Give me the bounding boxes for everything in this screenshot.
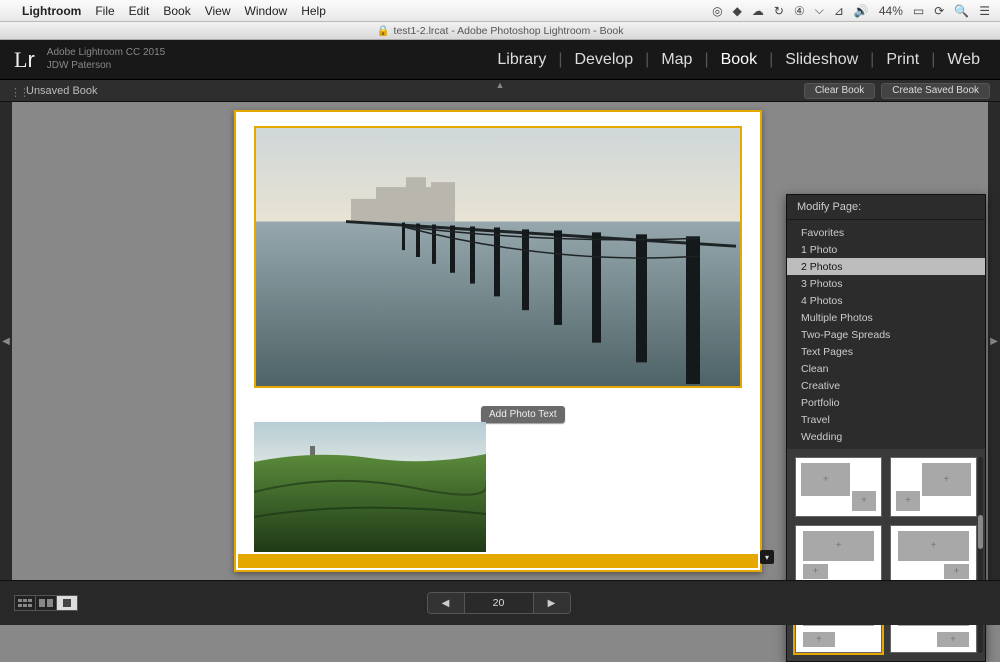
window-titlebar: 🔒 test1-2.lrcat - Adobe Photoshop Lightr… (0, 22, 1000, 40)
app-header: Lr Adobe Lightroom CC 2015 JDW Paterson … (0, 40, 1000, 80)
lock-icon: 🔒 (376, 24, 389, 37)
layout-cat-4photos[interactable]: 4 Photos (787, 292, 985, 309)
page-navigator: ◀ 20 ▶ (427, 592, 571, 614)
lightroom-logo: Lr (14, 47, 35, 73)
menubar-app[interactable]: Lightroom (22, 4, 81, 18)
page-footer-marker (238, 554, 758, 568)
menu-file[interactable]: File (95, 4, 114, 18)
workspace: Add Photo Text (12, 102, 988, 580)
module-develop[interactable]: Develop (568, 51, 639, 69)
window-title: test1-2.lrcat - Adobe Photoshop Lightroo… (394, 25, 624, 37)
layout-cat-3photos[interactable]: 3 Photos (787, 275, 985, 292)
module-map[interactable]: Map (655, 51, 698, 69)
page-selection: Add Photo Text (234, 110, 762, 572)
book-toolbar: ◀ 20 ▶ (0, 580, 1000, 625)
layout-cat-1photo[interactable]: 1 Photo (787, 241, 985, 258)
modify-page-title: Modify Page: (787, 195, 985, 220)
layout-template[interactable]: + + (890, 525, 977, 585)
wifi-icon[interactable]: ⊿ (834, 4, 844, 18)
layout-cat-clean[interactable]: Clean (787, 360, 985, 377)
book-page[interactable]: Add Photo Text (234, 110, 762, 572)
bluetooth-icon[interactable]: ⌵ (815, 3, 824, 18)
layout-cat-2photos[interactable]: 2 Photos (787, 258, 985, 275)
layout-cat-multiple[interactable]: Multiple Photos (787, 309, 985, 326)
module-library[interactable]: Library (491, 51, 552, 69)
battery-icon[interactable]: ▭ (913, 4, 924, 18)
clear-book-button[interactable]: Clear Book (804, 83, 875, 99)
landscape-photo (254, 422, 486, 552)
status-icon[interactable]: ◎ (712, 4, 722, 18)
battery-label: 44% (879, 4, 903, 18)
menu-view[interactable]: View (205, 4, 231, 18)
seascape-photo (256, 128, 740, 386)
layout-cat-travel[interactable]: Travel (787, 411, 985, 428)
page-options-icon[interactable]: ▾ (760, 550, 774, 564)
layout-template[interactable]: + + (890, 457, 977, 517)
menu-icon[interactable]: ☰ (979, 4, 990, 18)
sync-icon[interactable]: ↻ (774, 4, 784, 18)
grip-icon[interactable] (10, 86, 20, 96)
view-singlepage-icon[interactable] (56, 595, 78, 611)
module-slideshow[interactable]: Slideshow (779, 51, 864, 69)
doc-title: Unsaved Book (26, 85, 98, 97)
right-panel-toggle[interactable]: ▶ (988, 102, 1000, 580)
view-mode-switch (14, 595, 77, 611)
layout-template-grid: + + + + + + + + + + + + (787, 449, 985, 661)
spotlight-icon[interactable]: 🔍 (954, 4, 969, 18)
cloud-icon[interactable]: ☁ (752, 4, 764, 18)
menu-edit[interactable]: Edit (129, 4, 150, 18)
prev-page-button[interactable]: ◀ (428, 593, 464, 613)
macos-menubar: Lightroom File Edit Book View Window Hel… (0, 0, 1000, 22)
menu-window[interactable]: Window (245, 4, 288, 18)
view-multipage-icon[interactable] (14, 595, 36, 611)
layout-cat-textpages[interactable]: Text Pages (787, 343, 985, 360)
photo-cell-secondary[interactable] (254, 422, 486, 552)
create-saved-book-button[interactable]: Create Saved Book (881, 83, 990, 99)
menu-book[interactable]: Book (163, 4, 190, 18)
module-web[interactable]: Web (941, 51, 986, 69)
volume-icon[interactable]: 🔊 (854, 4, 869, 18)
view-spread-icon[interactable] (35, 595, 57, 611)
status-icon[interactable]: ◆ (733, 4, 742, 18)
identity-user: JDW Paterson (47, 60, 165, 73)
layout-cat-wedding[interactable]: Wedding (787, 428, 985, 445)
layout-category-list: Favorites 1 Photo 2 Photos 3 Photos 4 Ph… (787, 220, 985, 449)
layout-cat-creative[interactable]: Creative (787, 377, 985, 394)
sync-icon[interactable]: ⟳ (934, 4, 944, 18)
photo-cell-primary[interactable] (254, 126, 742, 388)
left-panel-toggle[interactable]: ◀ (0, 102, 12, 580)
menu-help[interactable]: Help (301, 4, 326, 18)
next-page-button[interactable]: ▶ (534, 593, 570, 613)
layout-template[interactable]: + + (795, 457, 882, 517)
panel-collapse-top-icon[interactable]: ▲ (496, 80, 505, 90)
product-line: Adobe Lightroom CC 2015 (47, 47, 165, 60)
module-print[interactable]: Print (880, 51, 925, 69)
page-number[interactable]: 20 (464, 593, 534, 613)
layout-cat-favorites[interactable]: Favorites (787, 224, 985, 241)
layout-template[interactable]: + + (795, 525, 882, 585)
module-picker: Library| Develop| Map| Book| Slideshow| … (491, 51, 986, 69)
layout-cat-twopage[interactable]: Two-Page Spreads (787, 326, 985, 343)
clock-icon[interactable]: ④ (794, 4, 805, 18)
module-book[interactable]: Book (715, 51, 763, 69)
layout-cat-portfolio[interactable]: Portfolio (787, 394, 985, 411)
add-photo-text-button[interactable]: Add Photo Text (481, 406, 565, 423)
